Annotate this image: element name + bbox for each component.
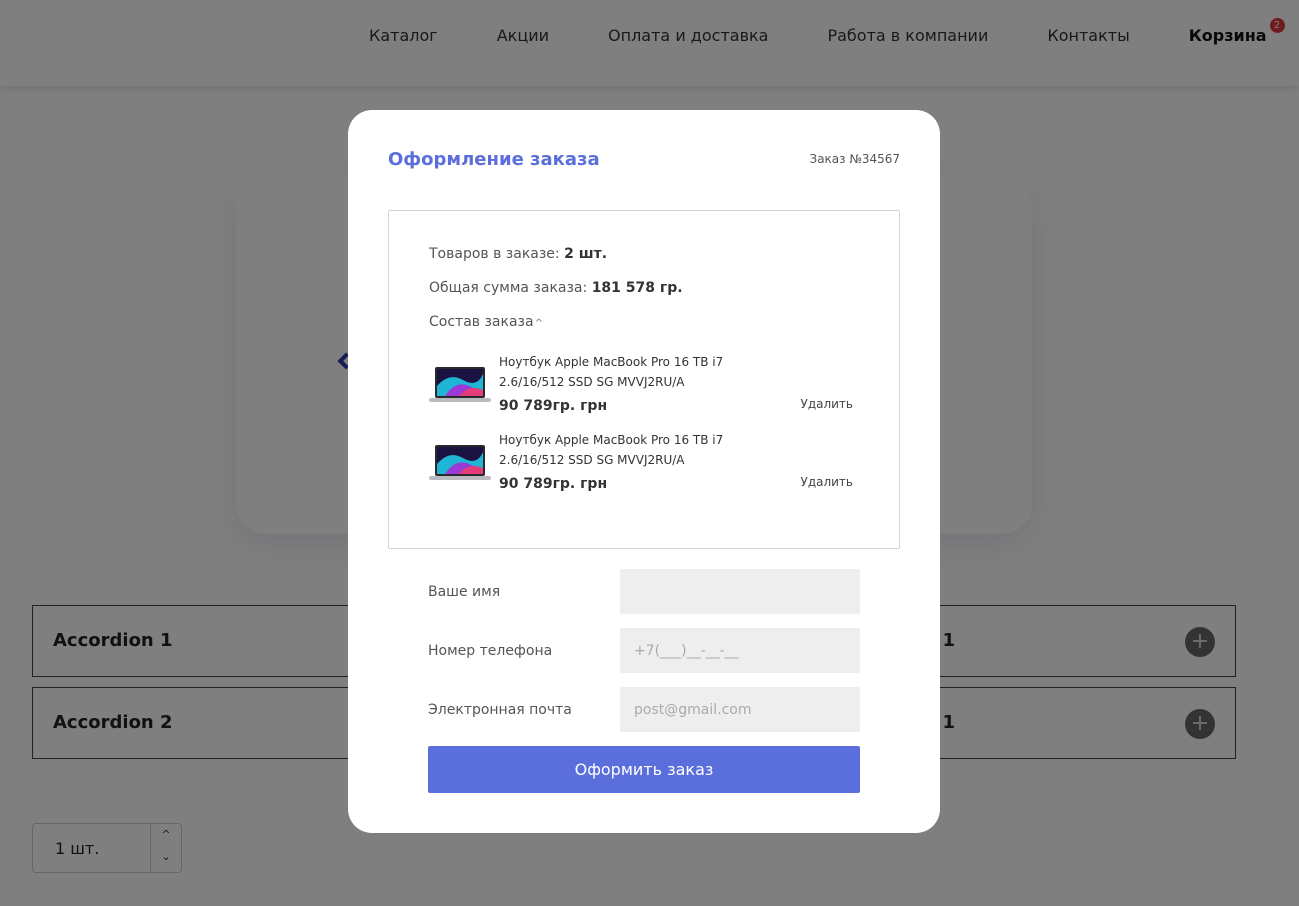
submit-order-button[interactable]: Оформить заказ	[428, 746, 860, 793]
email-field[interactable]	[620, 687, 860, 732]
phone-label: Номер телефона	[428, 643, 553, 659]
order-total-label: Общая сумма заказа:	[429, 280, 588, 296]
order-number: Заказ №34567	[809, 152, 901, 166]
name-label: Ваше имя	[428, 584, 501, 600]
items-count-label: Товаров в заказе:	[429, 246, 560, 262]
order-total: Общая сумма заказа: 181 578 гр.	[429, 280, 683, 296]
name-field[interactable]	[620, 569, 860, 614]
laptop-image	[429, 445, 491, 480]
order-summary: Товаров в заказе: 2 шт. Общая сумма зака…	[388, 210, 900, 549]
email-label: Электронная почта	[428, 702, 572, 718]
laptop-image	[429, 367, 491, 402]
modal-title: Оформление заказа	[388, 149, 600, 170]
phone-field[interactable]	[620, 628, 860, 673]
item-name: Ноутбук Apple MacBook Pro 16 TB i7 2.6/1…	[499, 355, 724, 389]
composition-label: Состав заказа	[429, 314, 534, 330]
remove-item-button[interactable]: Удалить	[801, 397, 854, 411]
remove-item-button[interactable]: Удалить	[801, 475, 854, 489]
order-total-value: 181 578 гр.	[591, 280, 683, 296]
item-price: 90 789гр. грн	[499, 476, 608, 492]
checkout-modal: Оформление заказа Заказ №34567 Товаров в…	[348, 110, 940, 833]
item-name: Ноутбук Apple MacBook Pro 16 TB i7 2.6/1…	[499, 433, 724, 467]
order-item: Ноутбук Apple MacBook Pro 16 TB i7 2.6/1…	[429, 430, 859, 500]
items-count-value: 2 шт.	[564, 246, 608, 262]
composition-toggle[interactable]: Состав заказа^	[429, 314, 543, 330]
order-item: Ноутбук Apple MacBook Pro 16 TB i7 2.6/1…	[429, 352, 859, 422]
item-price: 90 789гр. грн	[499, 398, 608, 414]
chevron-up-icon: ^	[534, 318, 543, 329]
items-count: Товаров в заказе: 2 шт.	[429, 246, 607, 262]
